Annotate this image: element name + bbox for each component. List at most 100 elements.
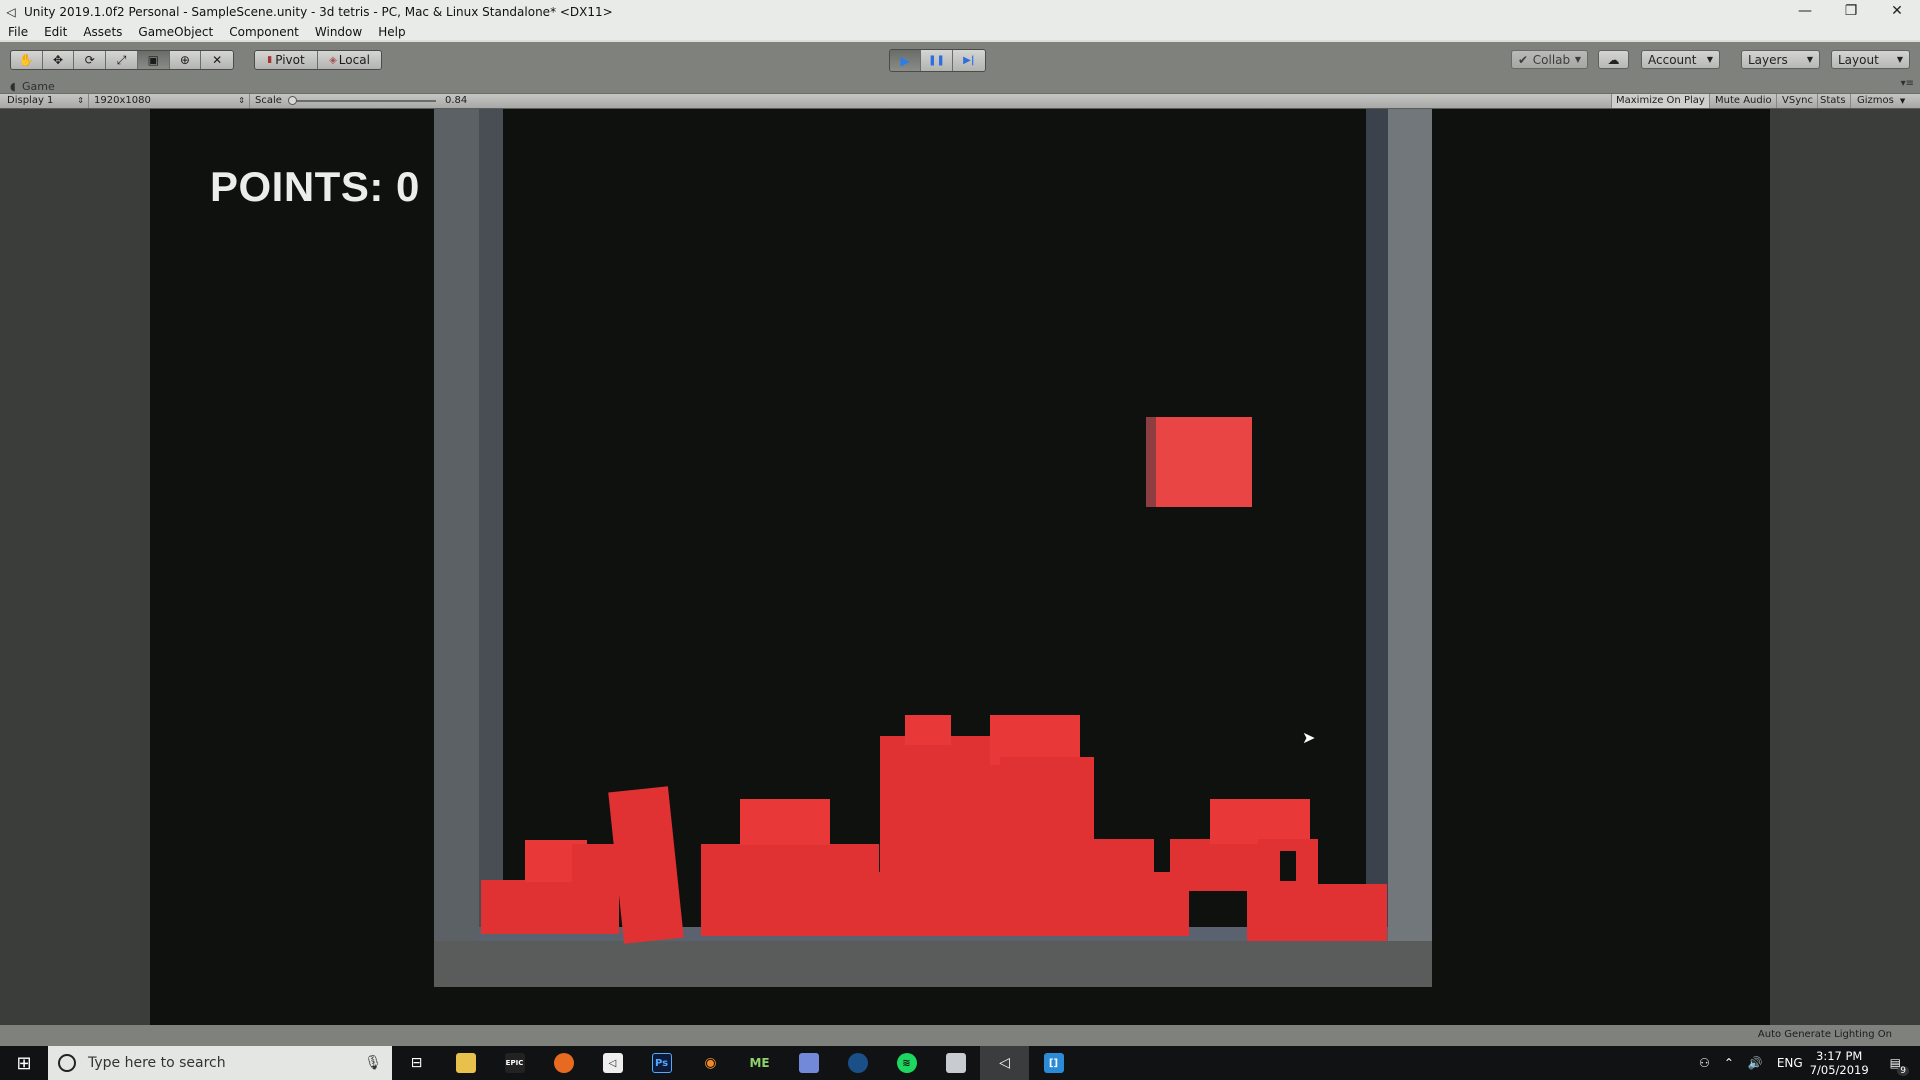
epic-games-button[interactable]: EPIC (490, 1046, 539, 1080)
steam-icon (847, 1053, 868, 1073)
microphone-icon[interactable]: 🎙 (364, 1055, 382, 1071)
restore-button[interactable]: ❐ (1828, 0, 1874, 24)
brackets-button[interactable]: [] (1029, 1046, 1078, 1080)
menu-edit[interactable]: Edit (36, 25, 75, 39)
well-left-wall-outer (434, 109, 479, 987)
well-left-wall-inner (479, 109, 503, 939)
pivot-button[interactable]: ▮ Pivot (255, 51, 319, 69)
unity-editor-button[interactable]: ◁ (980, 1046, 1029, 1080)
close-button[interactable]: ✕ (1874, 0, 1920, 24)
scale-icon: ⤢ (116, 52, 127, 67)
action-center-button[interactable]: ▤ 9 (1883, 1056, 1909, 1076)
menu-component[interactable]: Component (221, 25, 307, 39)
blender-icon: ◉ (704, 1055, 717, 1071)
play-controls: ▶ ❚❚ ▶| (889, 49, 986, 72)
transform-tools: ✋ ✥ ⟳ ⤢ ▣ ⊕ ✕ (10, 50, 234, 70)
transform-tool-button[interactable]: ⊕ (169, 51, 202, 69)
steam-button[interactable] (833, 1046, 882, 1080)
search-placeholder: Type here to search (88, 1055, 226, 1071)
start-button[interactable]: ⊞ (0, 1046, 48, 1080)
scale-tool-button[interactable]: ⤢ (106, 51, 138, 69)
game-render[interactable]: POINTS: 0 ➤ (150, 109, 1770, 1025)
clock[interactable]: 3:17 PM 7/05/2019 (1810, 1049, 1869, 1077)
game-tab[interactable]: ◖ Game ▾≡ (0, 78, 1920, 93)
firefox-icon (553, 1053, 574, 1073)
display-select[interactable]: Display 1 ⇕ (3, 94, 89, 108)
window-title: Unity 2019.1.0f2 Personal - SampleScene.… (24, 5, 613, 19)
photoshop-button[interactable]: Ps (637, 1046, 686, 1080)
custom-tool-button[interactable]: ✕ (201, 51, 233, 69)
step-button[interactable]: ▶| (952, 50, 985, 71)
epic-games-icon: EPIC (504, 1053, 525, 1073)
game-view[interactable]: POINTS: 0 ➤ (0, 109, 1920, 1025)
transform-icon: ⊕ (179, 53, 190, 67)
scale-slider-track[interactable] (291, 100, 436, 102)
layers-dropdown[interactable]: Layers ▼ (1741, 50, 1820, 69)
spotify-button[interactable]: ≋ (882, 1046, 931, 1080)
system-tray: ⚇ ⌃ 🔊 ENG 3:17 PM 7/05/2019 ▤ 9 (1692, 1046, 1920, 1080)
discord-button[interactable] (784, 1046, 833, 1080)
blender-button[interactable]: ◉ (686, 1046, 735, 1080)
account-dropdown[interactable]: Account ▼ (1641, 50, 1720, 69)
gizmos-dropdown[interactable]: Gizmos ▼ (1853, 94, 1909, 108)
stacked-block (740, 799, 830, 845)
clock-date: 7/05/2019 (1809, 1063, 1869, 1077)
layout-dropdown[interactable]: Layout ▼ (1831, 50, 1910, 69)
magicavoxel-icon: ME (749, 1056, 770, 1070)
resolution-select[interactable]: 1920x1080 ⇕ (90, 94, 250, 108)
mute-audio-toggle[interactable]: Mute Audio (1711, 94, 1777, 108)
hand-icon: ✋ (18, 53, 34, 67)
stacked-block (481, 880, 619, 934)
step-icon: ▶| (963, 55, 975, 66)
magicavoxel-button[interactable]: ME (735, 1046, 784, 1080)
vsync-toggle[interactable]: VSync (1778, 94, 1818, 108)
rotate-icon: ⟳ (84, 53, 95, 67)
menu-window[interactable]: Window (307, 25, 370, 39)
scale-slider-thumb[interactable] (288, 96, 297, 105)
task-view-button[interactable]: ⊟ (392, 1046, 441, 1080)
game-tab-label: Game (22, 80, 55, 93)
folder-icon (455, 1053, 476, 1073)
unity-hub-button[interactable]: ◁ (588, 1046, 637, 1080)
local-button[interactable]: ◈ Local (318, 51, 381, 69)
scale-value: 0.84 (445, 95, 468, 106)
move-tool-button[interactable]: ✥ (42, 51, 75, 69)
firefox-button[interactable] (539, 1046, 588, 1080)
mouse-cursor-icon: ➤ (1302, 728, 1316, 747)
maximize-on-play-toggle[interactable]: Maximize On Play (1611, 94, 1710, 108)
pause-button[interactable]: ❚❚ (921, 50, 953, 71)
collab-dropdown[interactable]: ✔ Collab ▼ (1511, 50, 1588, 69)
resource-monitor-button[interactable] (931, 1046, 980, 1080)
language-indicator[interactable]: ENG (1777, 1056, 1803, 1070)
play-icon: ▶ (900, 53, 910, 68)
menu-assets[interactable]: Assets (75, 25, 130, 39)
show-hidden-icons-icon[interactable]: ⌃ (1724, 1056, 1734, 1070)
stacked-block (905, 715, 951, 745)
game-tab-icon: ◖ (10, 80, 16, 93)
scale-control: Scale 0.84 (255, 95, 468, 106)
people-icon[interactable]: ⚇ (1699, 1056, 1710, 1070)
stacked-block (1000, 757, 1094, 873)
play-button[interactable]: ▶ (890, 50, 922, 71)
tilted-block (608, 786, 684, 944)
minimize-button[interactable]: — (1782, 0, 1828, 24)
rect-icon: ▣ (147, 53, 159, 67)
pause-icon: ❚❚ (928, 55, 945, 66)
menu-gameobject[interactable]: GameObject (130, 25, 221, 39)
stacked-block (1247, 884, 1387, 941)
file-explorer-button[interactable] (441, 1046, 490, 1080)
taskbar-search[interactable]: Type here to search 🎙 (48, 1046, 392, 1080)
stats-toggle[interactable]: Stats (1816, 94, 1851, 108)
rect-tool-button[interactable]: ▣ (137, 51, 170, 69)
hand-tool-button[interactable]: ✋ (11, 51, 43, 69)
menu-help[interactable]: Help (370, 25, 413, 39)
rotate-tool-button[interactable]: ⟳ (74, 51, 107, 69)
menu-file[interactable]: File (0, 25, 36, 39)
tab-menu-icon[interactable]: ▾≡ (1901, 78, 1914, 89)
windows-icon: ⊞ (16, 1052, 32, 1074)
volume-icon[interactable]: 🔊 (1748, 1056, 1763, 1070)
pivot-group: ▮ Pivot ◈ Local (254, 50, 382, 70)
chevron-down-icon: ▼ (1896, 55, 1903, 64)
cloud-button[interactable]: ☁ (1598, 50, 1629, 69)
chevron-down-icon: ▼ (1806, 55, 1813, 64)
